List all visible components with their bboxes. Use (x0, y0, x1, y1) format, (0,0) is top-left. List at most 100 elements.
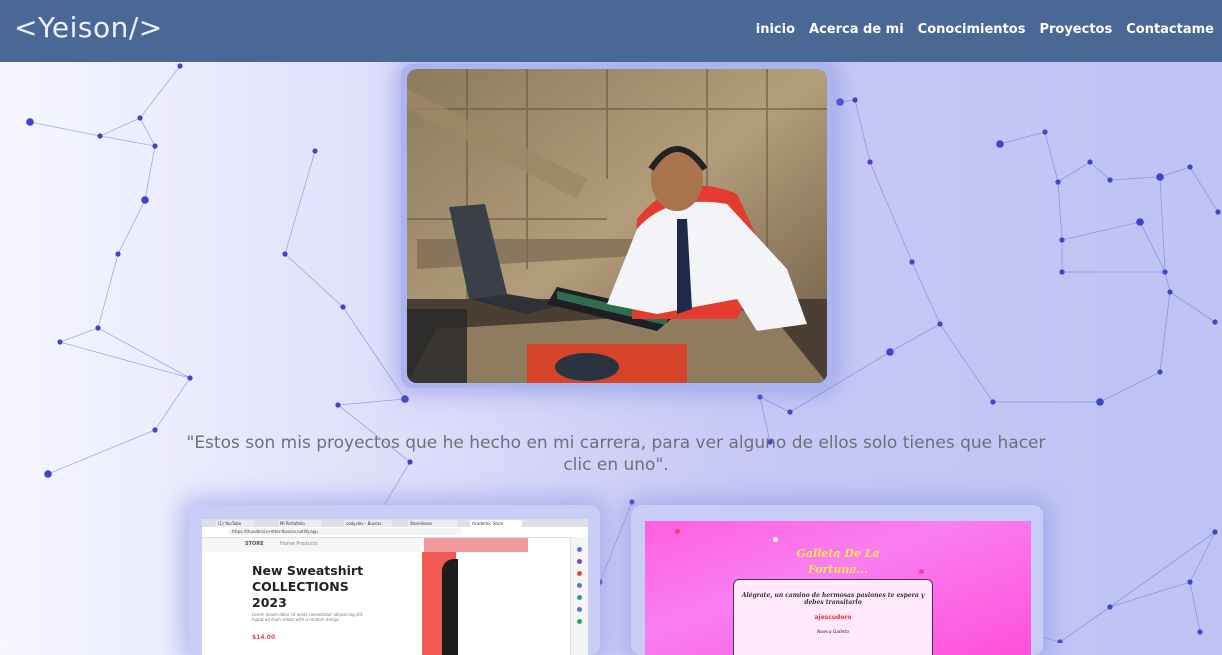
network-node (1215, 209, 1221, 215)
network-line (144, 145, 156, 201)
network-node (282, 251, 288, 257)
network-node (1107, 177, 1113, 183)
fortune-message: Alégrate, un camino de hermosas pasiones… (741, 592, 925, 606)
network-node (1187, 164, 1193, 170)
network-line (59, 327, 99, 343)
browser-tab: cody.dev - Buscar (344, 520, 392, 527)
network-node (629, 499, 635, 505)
project-card-store[interactable]: (1) YouTube Mi Portafolio cody.dev - Bus… (188, 505, 600, 655)
network-line (97, 327, 191, 379)
network-node (340, 304, 346, 310)
nav-acerca-de-mi[interactable]: Acerca de mi (809, 22, 904, 37)
network-node (1096, 398, 1104, 406)
network-node (1059, 237, 1065, 243)
store-hero-text: Lorem ipsum dolor sit amet consectetur a… (252, 612, 363, 622)
sidebar-icon (577, 595, 582, 600)
fortune-title-line: Galleta De La (796, 547, 880, 560)
network-line (342, 306, 406, 400)
sidebar-icon (577, 619, 582, 624)
profile-photo-frame (401, 64, 833, 388)
network-node (1197, 629, 1203, 635)
network-line (1059, 606, 1111, 643)
network-node (1087, 159, 1093, 165)
network-node (1136, 218, 1144, 226)
network-node (335, 402, 341, 408)
nav-proyectos[interactable]: Proyectos (1039, 22, 1112, 37)
network-line (99, 117, 141, 137)
browser-tab: (1) YouTube (216, 520, 254, 527)
network-line (1159, 291, 1171, 373)
network-line (999, 131, 1046, 145)
project-card-fortune-cookie[interactable]: Galleta De La Fortuna... Alégrate, un ca… (631, 505, 1043, 655)
network-node (996, 140, 1004, 148)
site-logo[interactable]: <Yeison/> (14, 11, 163, 44)
store-header-accent (424, 538, 528, 552)
sidebar-icon (577, 571, 582, 576)
nav-conocimientos[interactable]: Conocimientos (918, 22, 1026, 37)
network-line (1044, 131, 1059, 183)
network-line (1109, 531, 1216, 608)
network-node (187, 375, 193, 381)
fortune-message-box: Alégrate, un camino de hermosas pasiones… (733, 579, 933, 655)
profile-photo (407, 69, 827, 383)
network-node (1187, 579, 1193, 585)
network-node (312, 148, 318, 154)
sidebar-icon (577, 559, 582, 564)
network-line (284, 253, 344, 308)
store-hero-image-shadow (442, 559, 458, 655)
network-line (599, 501, 633, 583)
network-node (141, 196, 149, 204)
network-line (139, 117, 156, 147)
main-nav: inicio Acerca de mi Conocimientos Proyec… (756, 22, 1214, 37)
fortune-new-cookie-button: Nueva Galleta (817, 630, 849, 635)
sidebar-icon (577, 607, 582, 612)
network-node (937, 321, 943, 327)
network-node (990, 399, 996, 405)
network-line (1109, 176, 1161, 181)
browser-urlbar: https://thundercia-retter-tbssica.netlif… (202, 527, 588, 538)
network-line (854, 99, 871, 163)
network-node (26, 118, 34, 126)
nav-contactame[interactable]: Contactame (1126, 22, 1214, 37)
network-line (1057, 181, 1063, 241)
network-node (1042, 129, 1048, 135)
network-node (1107, 604, 1113, 610)
store-nav: Home Products (280, 541, 318, 547)
network-node (1212, 529, 1218, 535)
network-line (97, 253, 119, 329)
store-hero-title: New Sweatshirt COLLECTIONS 2023 (252, 563, 363, 611)
browser-tab-active: Academic Store (470, 520, 522, 527)
network-line (117, 199, 146, 255)
network-node (1059, 269, 1065, 275)
network-line (29, 121, 101, 137)
network-node (115, 251, 121, 257)
network-line (911, 261, 941, 325)
network-node (152, 427, 158, 433)
store-hero-price: $14.00 (252, 634, 276, 641)
network-line (1089, 161, 1111, 181)
network-node (1055, 179, 1061, 185)
network-line (889, 323, 941, 353)
network-node (44, 470, 52, 478)
network-line (139, 65, 181, 119)
network-line (1139, 221, 1166, 273)
project-screenshot-store: (1) YouTube Mi Portafolio cody.dev - Bus… (202, 519, 588, 655)
network-node (152, 143, 158, 149)
network-node (787, 409, 793, 415)
network-line (1057, 161, 1091, 183)
network-line (1061, 221, 1141, 241)
project-screenshot-fortune-cookie: Galleta De La Fortuna... Alégrate, un ca… (645, 521, 1031, 655)
network-node (1212, 319, 1218, 325)
projects-intro-text: "Estos son mis proyectos que he hecho en… (186, 433, 1046, 475)
nav-inicio[interactable]: inicio (756, 22, 795, 37)
browser-tab: Storeliness (408, 520, 458, 527)
network-node (886, 348, 894, 356)
network-line (1159, 166, 1191, 178)
network-line (1189, 531, 1216, 583)
network-node (1057, 639, 1063, 643)
network-node (1167, 289, 1173, 295)
network-node (757, 394, 763, 400)
network-line (1159, 176, 1166, 273)
fortune-user: ajescudero (814, 614, 852, 621)
network-line (99, 135, 156, 147)
